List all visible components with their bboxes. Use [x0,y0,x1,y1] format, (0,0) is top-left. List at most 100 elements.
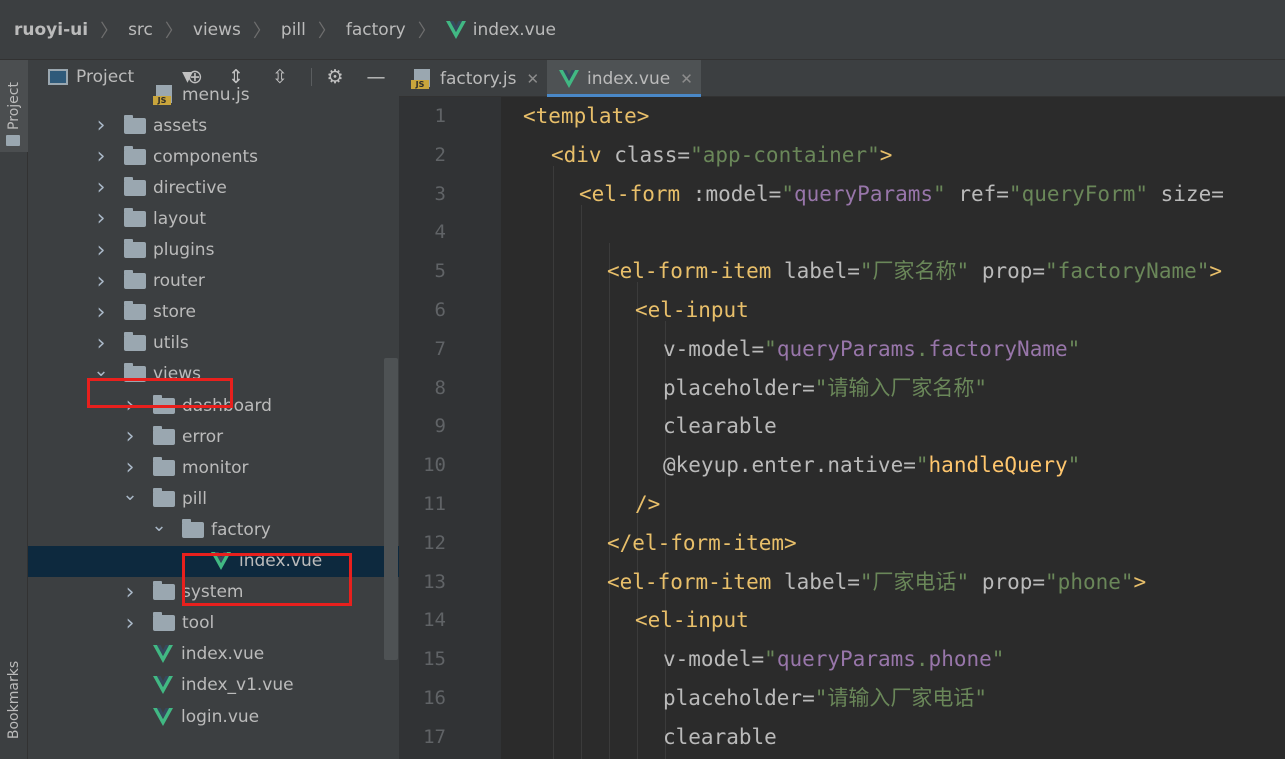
code-line[interactable]: <el-input [635,601,749,639]
code-token: " [764,647,777,672]
folder-icon [124,239,146,258]
breadcrumb-label: src [128,19,153,40]
chevron-right-icon[interactable]: › [94,331,108,356]
chevron-right-icon[interactable]: › [94,113,108,138]
tree-item-label: assets [153,115,208,136]
code-line[interactable]: <div class="app-container"> [551,136,892,174]
chevron-down-icon[interactable]: ⌄ [151,515,166,536]
code-line[interactable]: placeholder="请输入厂家名称" [663,369,987,407]
tree-item-assets[interactable]: › assets [28,110,399,141]
code-token: <el-input [635,298,749,322]
breadcrumb-separator-icon: 〉 [252,20,271,42]
code-token: label= [784,259,860,284]
code-token: prop= [969,259,1046,284]
tree-item-directive[interactable]: › directive [28,172,399,203]
tree-item-index-v1-vue[interactable]: ›index_v1.vue [28,670,399,701]
folder-icon [124,145,146,165]
folder-icon [153,612,175,632]
code-line[interactable]: @keyup.enter.native="handleQuery" [663,446,1080,484]
close-icon[interactable]: ✕ [680,70,693,88]
tree-item-tool[interactable]: › tool [28,608,399,639]
tree-item-factory[interactable]: ⌄ factory [28,514,399,545]
tree-item-utils[interactable]: › utils [28,328,399,359]
chevron-right-icon[interactable]: › [94,238,108,263]
code-line[interactable]: <el-input [635,291,749,329]
code-line[interactable]: placeholder="请输入厂家电话" [663,679,987,717]
line-number: 13 [423,570,446,593]
code-token: > [879,142,893,167]
tree-item-router[interactable]: › router [28,266,399,297]
code-editor[interactable]: <template> <div class="app-container"> <el… [501,97,1285,759]
chevron-right-icon[interactable]: › [94,269,108,294]
chevron-down-icon[interactable]: ⌄ [122,484,137,505]
code-line[interactable]: <template> [523,97,649,135]
chevron-right-icon[interactable]: › [123,611,137,636]
code-token: clearable [663,724,777,749]
chevron-down-icon[interactable]: ⌄ [93,360,108,381]
highlight-box-index-vue [182,553,352,606]
chevron-right-icon[interactable]: › [123,424,137,449]
bookmarks-tool-tab[interactable]: Bookmarks [0,645,28,755]
chevron-right-icon[interactable]: › [123,455,137,480]
code-line[interactable]: clearable [663,407,777,445]
close-icon[interactable]: ✕ [526,70,539,88]
chevron-right-icon[interactable]: › [94,206,108,231]
breadcrumb-label: factory [345,19,406,40]
tree-item-monitor[interactable]: › monitor [28,452,399,483]
tree-item-label: plugins [153,240,215,260]
code-token: placeholder= [663,375,815,400]
breadcrumb-item[interactable]: factory [346,20,406,40]
code-token: "请输入厂家名称" [814,375,988,400]
chevron-right-icon[interactable]: › [94,175,108,200]
line-number: 5 [434,260,446,283]
folder-icon [124,176,146,196]
code-token: <div [551,142,615,167]
breadcrumb-item[interactable]: views [193,20,241,40]
code-token: " [933,181,946,206]
breadcrumb-item[interactable]: index.vue [445,19,556,40]
tree-item-plugins[interactable]: › plugins [28,235,399,266]
project-tool-tab[interactable]: Project [0,60,28,152]
code-token: /> [635,492,661,516]
tree-item-store[interactable]: › store [28,297,399,328]
tree-item-components[interactable]: › components [28,141,399,172]
code-line[interactable]: v-model="queryParams.phone" [663,640,1004,678]
tree-item-layout[interactable]: › layout [28,203,399,234]
code-line[interactable]: v-model="queryParams.factoryName" [663,330,1080,368]
indent-guide [609,243,610,759]
chevron-right-icon[interactable]: › [94,144,108,169]
code-line[interactable]: <el-form-item label="厂家电话" prop="phone"> [607,563,1146,601]
breadcrumb-item[interactable]: pill [281,20,306,40]
code-line[interactable]: <el-form-item label="厂家名称" prop="factory… [607,252,1222,290]
tree-item-pill[interactable]: ⌄ pill [28,483,399,514]
chevron-right-icon[interactable]: › [123,580,137,605]
tree-item-error[interactable]: › error [28,421,399,452]
line-number: 10 [423,454,446,477]
tree-item-label: factory [211,519,271,540]
line-number: 12 [423,531,446,554]
code-line[interactable]: <el-form :model="queryParams" ref="query… [579,175,1224,213]
tree-item-login-vue[interactable]: ›login.vue [28,701,399,732]
tree-item-label: index_v1.vue [181,675,294,696]
code-line[interactable]: clearable [663,718,777,756]
tree-item-index-vue[interactable]: ›index.vue [28,639,399,670]
breadcrumb-label: ruoyi-ui [14,19,89,40]
tree-scrollbar[interactable] [384,358,398,660]
editor-tab-factory-js[interactable]: JS factory.js ✕ [399,60,547,97]
code-line[interactable]: </el-form-item> [607,524,797,562]
tree-item-label: tool [182,613,215,634]
code-token: size= [1148,181,1224,206]
js-file-icon: JS [153,84,175,105]
chevron-right-icon[interactable]: › [94,300,108,325]
code-token: " [1067,336,1081,361]
code-token: "app-container" [690,142,880,167]
breadcrumb-item[interactable]: src [128,20,153,40]
tree-item-menu-js[interactable]: ›JSmenu.js [28,79,399,110]
code-line[interactable]: /> [635,485,660,523]
editor-tab-index-vue[interactable]: index.vue ✕ [547,60,701,97]
breadcrumb-item[interactable]: ruoyi-ui [14,20,88,40]
code-token: <el-form [579,181,693,206]
code-token: <el-input [635,608,749,633]
code-token: :model= [692,181,782,206]
breadcrumb-label: index.vue [472,19,556,40]
